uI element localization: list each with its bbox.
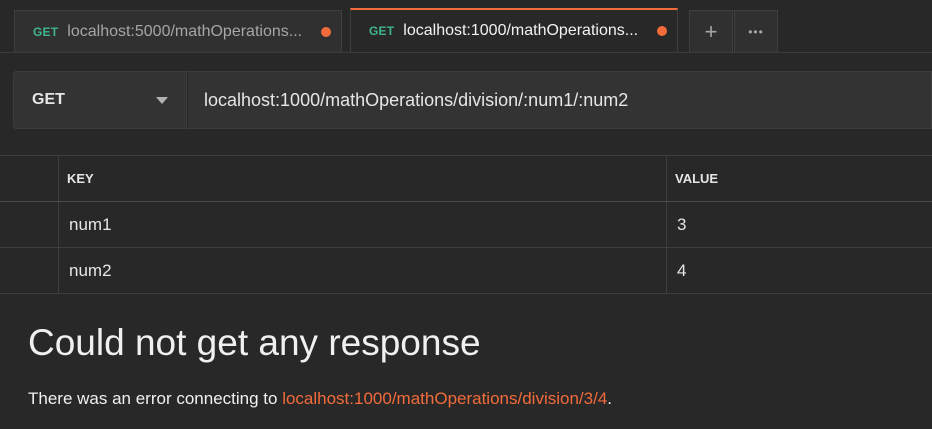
response-error-title: Could not get any response <box>28 322 481 363</box>
tab-title: localhost:1000/mathOperations... <box>403 22 639 39</box>
param-key-cell[interactable]: num1 <box>59 202 667 247</box>
unsaved-indicator-icon <box>657 26 667 36</box>
param-value-cell[interactable]: 3 <box>667 202 932 247</box>
params-header-row: KEY VALUE <box>0 155 932 202</box>
param-value-cell[interactable]: 4 <box>667 248 932 293</box>
more-tabs-button[interactable]: ••• <box>734 10 778 52</box>
path-params-table: KEY VALUE num1 3 num2 4 <box>0 155 932 294</box>
param-row-checkbox-cell <box>0 202 59 247</box>
tab-method-label: GET <box>369 24 395 38</box>
param-row-checkbox-cell <box>0 248 59 293</box>
key-column-header: KEY <box>59 156 667 201</box>
ellipsis-icon: ••• <box>748 24 764 39</box>
error-message-suffix: . <box>607 389 613 408</box>
tab-strip-divider <box>0 52 932 53</box>
value-column-header: VALUE <box>675 171 719 186</box>
http-method-select[interactable]: GET <box>13 71 187 129</box>
error-message-text: There was an error connecting to <box>28 389 283 408</box>
request-tab-localhost-1000[interactable]: GET localhost:1000/mathOperations... <box>350 8 678 52</box>
postman-window: GET localhost:5000/mathOperations... GET… <box>0 0 932 429</box>
plus-icon: + <box>704 18 718 44</box>
param-key-cell[interactable]: num2 <box>59 248 667 293</box>
http-method-value: GET <box>32 91 65 108</box>
new-tab-button[interactable]: + <box>689 10 733 52</box>
table-row: num2 4 <box>0 248 932 294</box>
response-error-message: There was an error connecting to localho… <box>28 389 612 409</box>
tab-method-label: GET <box>33 24 59 39</box>
request-tab-localhost-5000[interactable]: GET localhost:5000/mathOperations... <box>14 10 342 52</box>
chevron-down-icon <box>156 97 168 104</box>
params-checkbox-column-header <box>0 156 59 201</box>
table-row: num1 3 <box>0 202 932 248</box>
tab-title: localhost:5000/mathOperations... <box>67 22 303 40</box>
request-url-link[interactable]: localhost:1000/mathOperations/division/3… <box>282 389 607 408</box>
unsaved-indicator-icon <box>321 26 331 37</box>
request-url-input[interactable]: localhost:1000/mathOperations/division/:… <box>187 71 932 129</box>
